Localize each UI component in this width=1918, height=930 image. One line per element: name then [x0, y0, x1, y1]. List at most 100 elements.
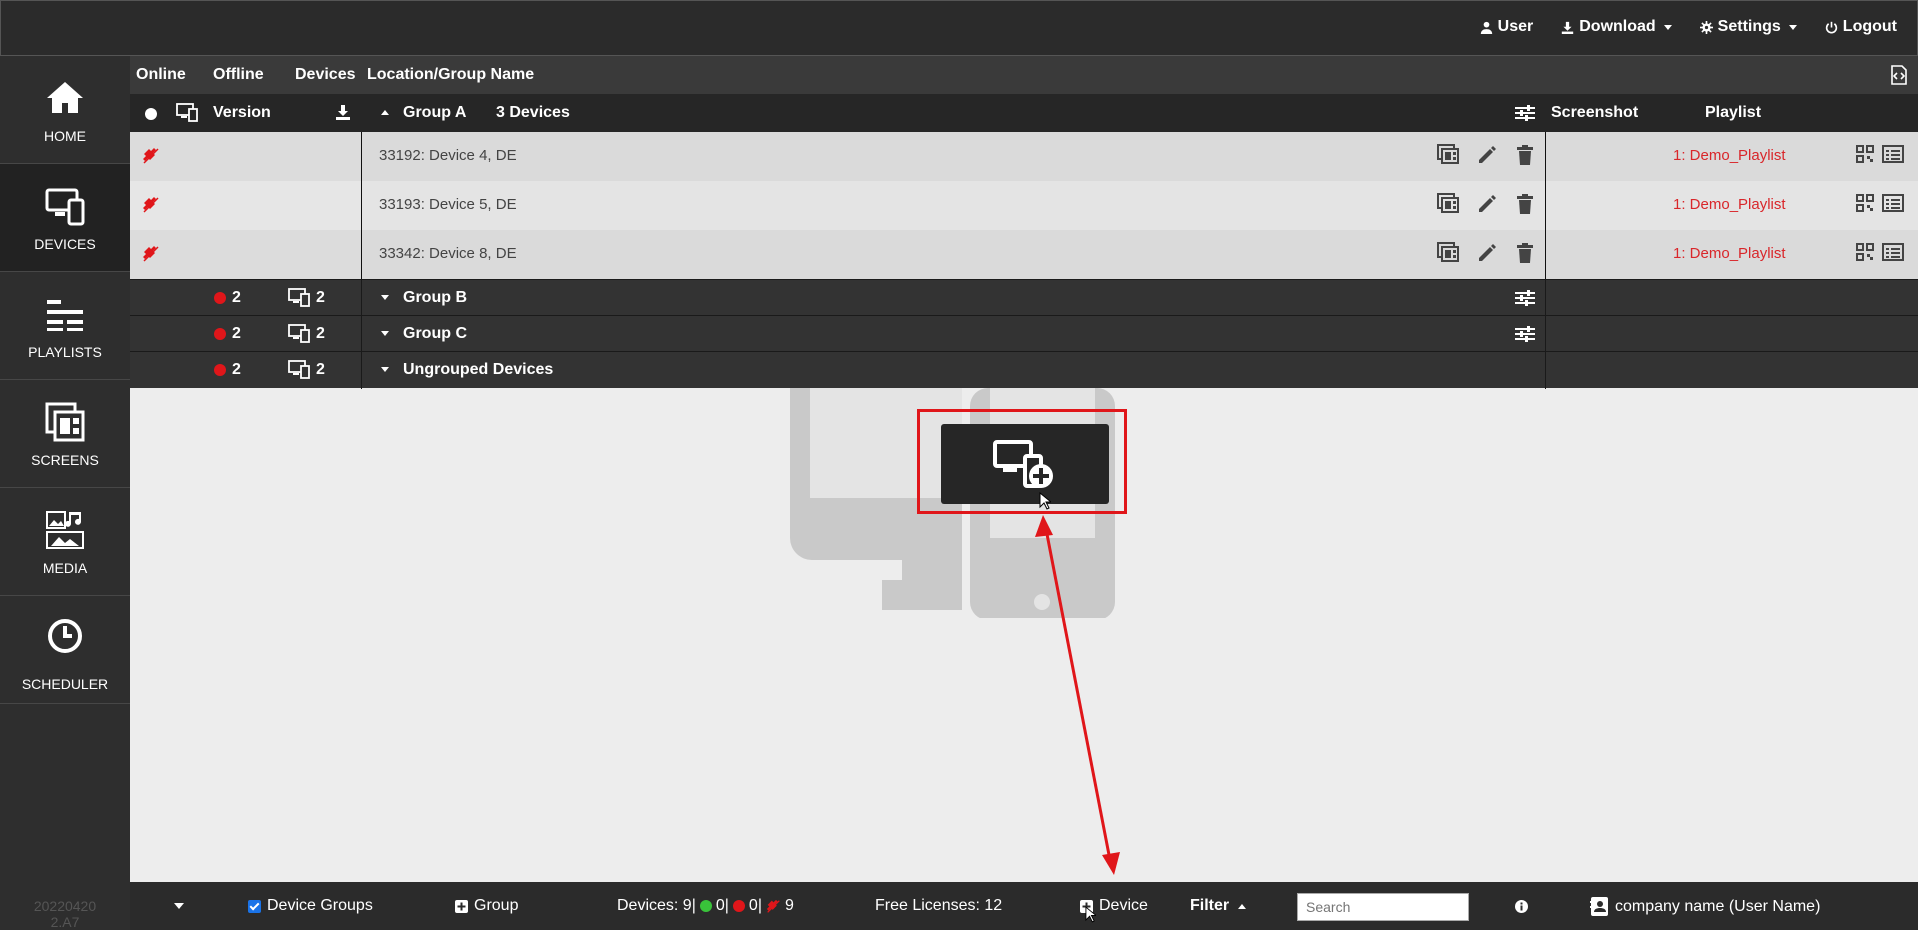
trash-icon[interactable] [1514, 144, 1536, 166]
sidebar-item-screens[interactable]: SCREENS [0, 380, 130, 488]
col-screenshot[interactable]: Screenshot [1551, 104, 1638, 122]
device-name[interactable]: 33342: Device 8, DE [379, 245, 517, 262]
offline-dot-icon [732, 900, 745, 912]
chevron-down-icon[interactable] [381, 331, 389, 336]
pencil-icon[interactable] [1476, 144, 1498, 166]
download-icon[interactable] [336, 105, 350, 120]
sidebar: HOME DEVICES PLAYLISTS SCREENS MEDIA SCH… [0, 56, 130, 930]
screens-icon[interactable] [1437, 193, 1459, 215]
power-icon [1825, 21, 1837, 33]
unplugged-icon [143, 197, 159, 213]
settings-menu[interactable]: Settings [1699, 18, 1797, 36]
sliders-icon[interactable] [1515, 290, 1535, 306]
checkbox-icon[interactable] [248, 899, 261, 913]
group-name[interactable]: Group C [403, 325, 467, 343]
screens-icon[interactable] [1437, 242, 1459, 264]
gear-icon [1699, 20, 1713, 34]
qr-code-icon[interactable] [1856, 194, 1874, 212]
col-online[interactable]: Online [136, 66, 186, 84]
online-dot-icon [145, 108, 157, 120]
contact-card-icon [1590, 897, 1608, 916]
unplugged-icon [143, 246, 159, 262]
footer-toolbar: Device Groups Group Devices: 9| 0| 0| 9 … [130, 882, 1918, 930]
device-groups-toggle[interactable]: Device Groups [248, 897, 373, 915]
device-icon [288, 324, 310, 343]
table-header-columns: Online Offline Devices Location/Group Na… [130, 56, 1918, 94]
plus-square-icon [455, 899, 468, 913]
sidebar-item-label: PLAYLISTS [28, 344, 102, 360]
device-name[interactable]: 33193: Device 5, DE [379, 196, 517, 213]
offline-dot-icon [214, 292, 226, 304]
group-name[interactable]: Group B [403, 289, 467, 307]
sidebar-item-label: SCHEDULER [21, 676, 109, 692]
col-offline[interactable]: Offline [213, 66, 264, 84]
device-playlist[interactable]: 1: Demo_Playlist [1673, 245, 1786, 262]
download-menu[interactable]: Download [1561, 18, 1672, 36]
sidebar-item-devices[interactable]: DEVICES [0, 164, 130, 272]
chevron-down-icon[interactable] [381, 295, 389, 300]
table-row[interactable]: 33192: Device 4, DE 1: Demo_Playlist [130, 132, 1918, 181]
trash-icon[interactable] [1514, 193, 1536, 215]
group-row-c[interactable]: 2 2 Group C [130, 315, 1918, 352]
col-version[interactable]: Version [213, 104, 271, 122]
account-info[interactable]: company name (User Name) [1590, 897, 1820, 916]
device-icon [288, 288, 310, 307]
list-icon[interactable] [1882, 243, 1904, 261]
pencil-icon[interactable] [1476, 242, 1498, 264]
chevron-down-icon[interactable] [381, 367, 389, 372]
sliders-icon[interactable] [1515, 326, 1535, 342]
filter-toggle[interactable]: Filter [1190, 897, 1247, 915]
screens-icon[interactable] [1437, 144, 1459, 166]
clock-icon [48, 619, 82, 653]
filter-label: Filter [1190, 897, 1230, 914]
screens-icon [45, 402, 85, 442]
col-devices[interactable]: Devices [295, 66, 356, 84]
list-icon[interactable] [1882, 194, 1904, 212]
group-offline-count: 2 [232, 361, 241, 378]
version-text: 20220420 2.A7 [33, 898, 97, 930]
cursor-icon [1085, 906, 1096, 923]
device-playlist[interactable]: 1: Demo_Playlist [1673, 196, 1786, 213]
device-name[interactable]: 33192: Device 4, DE [379, 147, 517, 164]
device-playlist[interactable]: 1: Demo_Playlist [1673, 147, 1786, 164]
download-menu-label: Download [1579, 18, 1656, 35]
sidebar-item-label: HOME [44, 128, 86, 144]
search-input[interactable] [1297, 893, 1469, 921]
annotation-arrow [1035, 515, 1120, 875]
sidebar-item-label: MEDIA [42, 560, 88, 576]
list-icon[interactable] [1882, 145, 1904, 163]
free-licenses: Free Licenses: 12 [875, 897, 1002, 915]
user-menu-label: User [1497, 18, 1534, 35]
group-a-name[interactable]: Group A [403, 104, 466, 122]
download-icon [1562, 21, 1574, 34]
unplugged-icon [766, 899, 780, 913]
table-row[interactable]: 33342: Device 8, DE 1: Demo_Playlist [130, 230, 1918, 279]
group-a-count: 3 Devices [496, 104, 570, 121]
top-bar: User Download Settings Logout [0, 0, 1918, 56]
chevron-up-icon[interactable] [381, 110, 389, 115]
trash-icon[interactable] [1514, 242, 1536, 264]
sidebar-item-home[interactable]: HOME [0, 56, 130, 164]
col-playlist[interactable]: Playlist [1705, 104, 1761, 122]
table-row[interactable]: 33193: Device 5, DE 1: Demo_Playlist [130, 181, 1918, 230]
code-icon[interactable] [1890, 65, 1908, 85]
online-dot-icon [699, 900, 712, 912]
logout-button[interactable]: Logout [1825, 18, 1897, 36]
home-icon [47, 82, 83, 113]
qr-code-icon[interactable] [1856, 243, 1874, 261]
group-row-b[interactable]: 2 2 Group B [130, 279, 1918, 316]
chevron-down-icon[interactable] [174, 903, 184, 909]
devices-icon [45, 188, 85, 226]
sidebar-item-playlists[interactable]: PLAYLISTS [0, 272, 130, 380]
col-location[interactable]: Location/Group Name [367, 66, 534, 84]
qr-code-icon[interactable] [1856, 145, 1874, 163]
group-name[interactable]: Ungrouped Devices [403, 361, 553, 379]
pencil-icon[interactable] [1476, 193, 1498, 215]
group-row-ungrouped[interactable]: 2 2 Ungrouped Devices [130, 351, 1918, 389]
sliders-icon[interactable] [1515, 105, 1535, 121]
sidebar-item-scheduler[interactable]: SCHEDULER [0, 596, 130, 704]
user-menu[interactable]: User [1480, 18, 1534, 36]
sidebar-item-media[interactable]: MEDIA [0, 488, 130, 596]
add-group-button[interactable]: Group [455, 897, 518, 915]
info-icon[interactable] [1515, 900, 1528, 913]
